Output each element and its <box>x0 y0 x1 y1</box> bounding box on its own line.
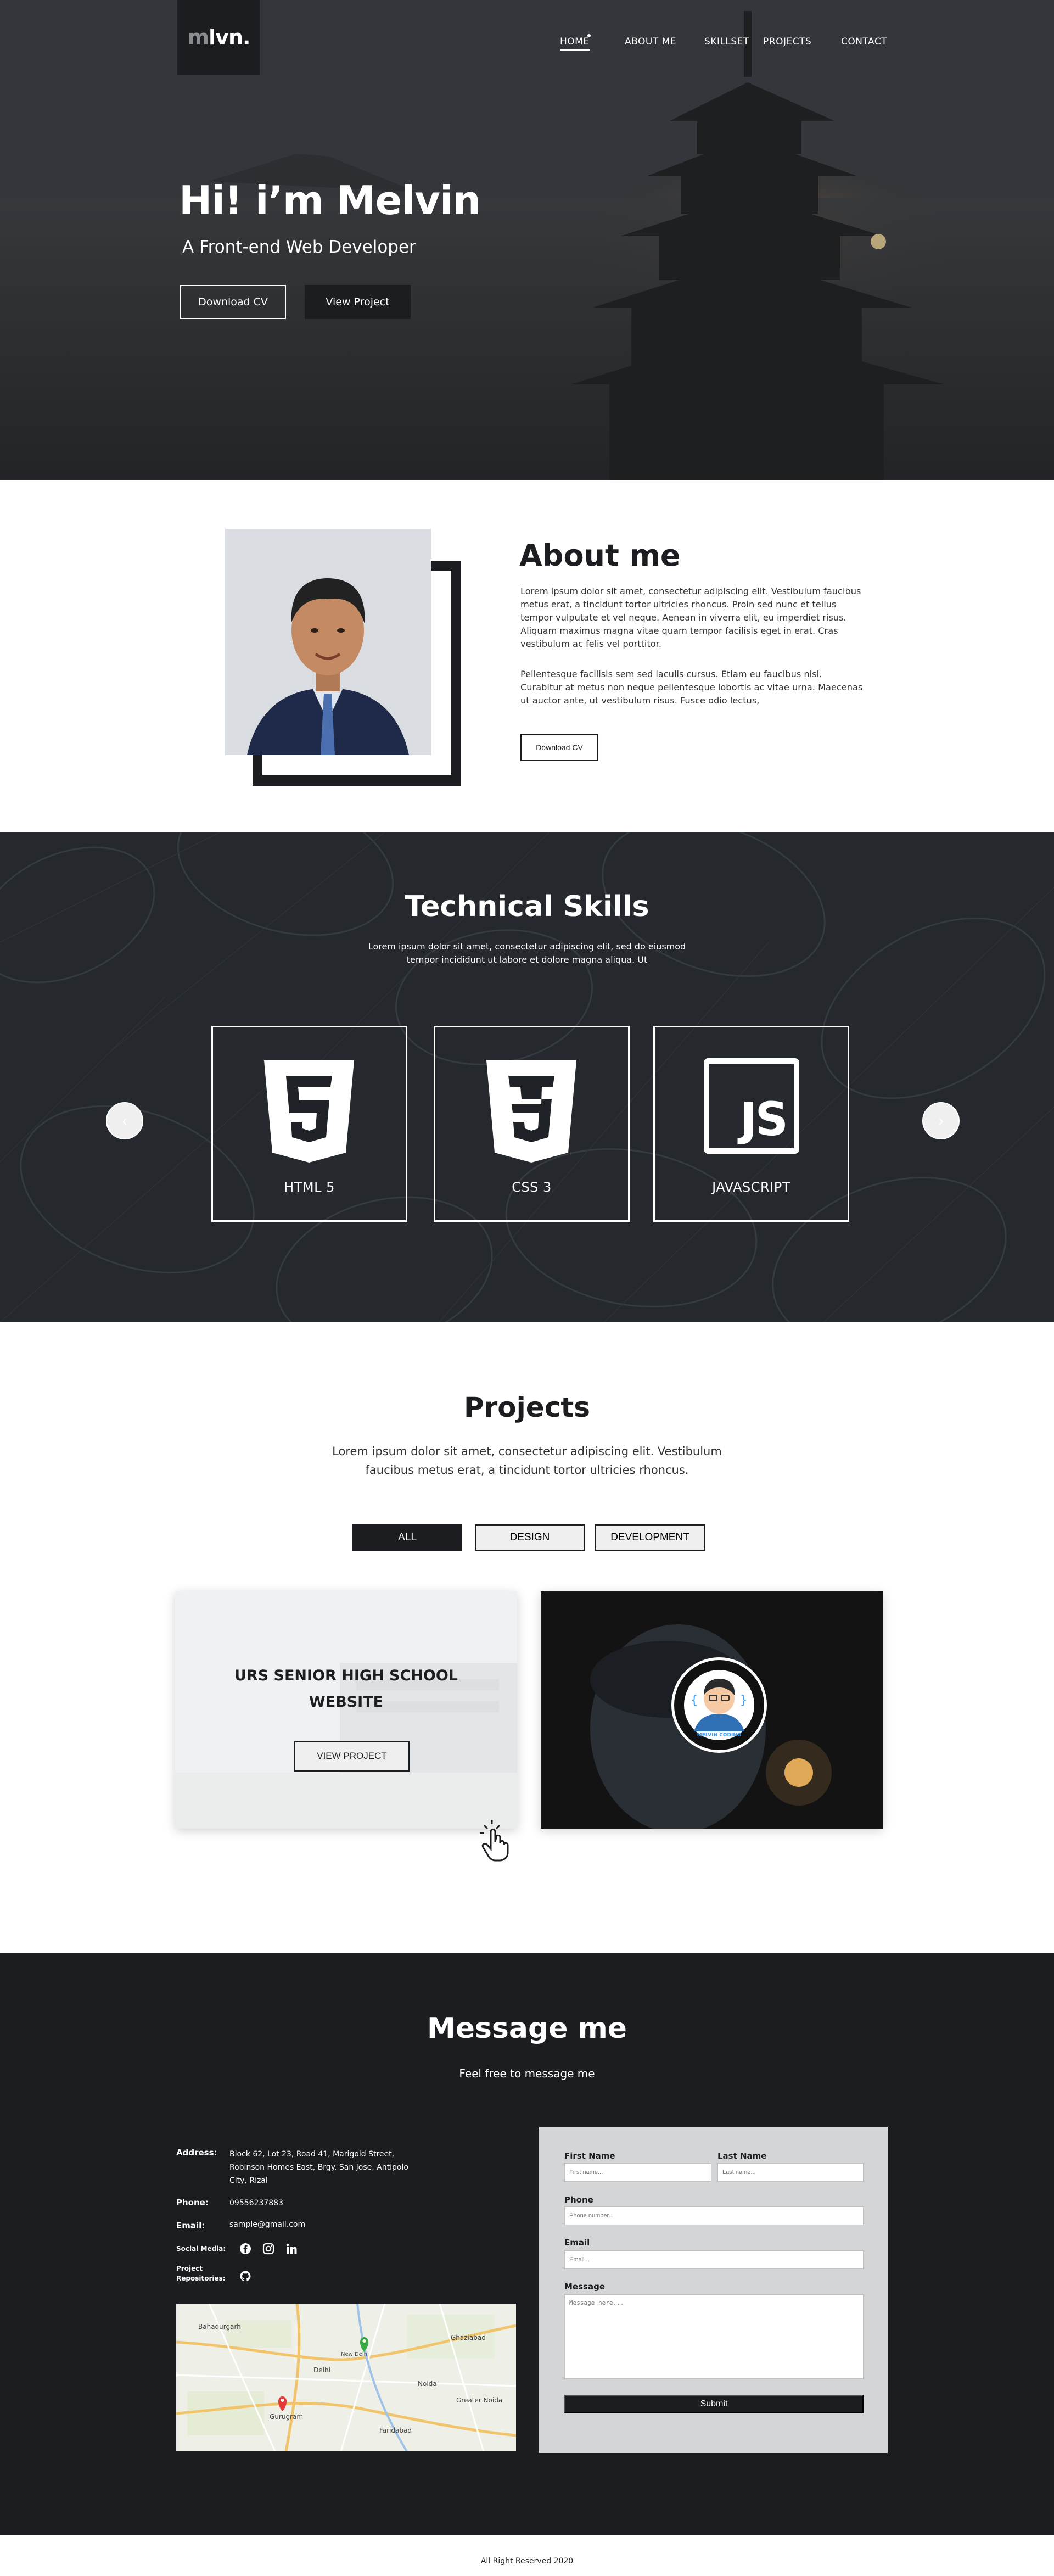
map-label: Delhi <box>313 2366 330 2374</box>
project-card-urs[interactable]: URS SENIOR HIGH SCHOOL WEBSITE VIEW PROJ… <box>175 1591 517 1829</box>
address-value: Block 62, Lot 23, Road 41, Marigold Stre… <box>229 2150 408 2185</box>
javascript-icon: JS <box>704 1058 799 1154</box>
skill-card-html5[interactable]: HTML 5 <box>211 1026 407 1222</box>
site-logo[interactable]: m lvn. <box>177 0 260 75</box>
chevron-left-icon: ‹ <box>122 1112 127 1129</box>
badge-label: MELVIN CODING <box>697 1733 742 1738</box>
skill-label: HTML 5 <box>284 1180 335 1195</box>
location-map[interactable]: Bahadurgarh Ghaziabad Delhi Noida Greate… <box>176 2304 516 2451</box>
map-label: Bahadurgarh <box>198 2323 241 2331</box>
map-label: Noida <box>418 2380 437 2388</box>
email-label: Email: <box>176 2221 205 2231</box>
hero-section: m lvn. HOME ABOUT ME SKILLSET PROJECTS CO… <box>0 0 1054 480</box>
svg-text:}: } <box>740 1694 747 1707</box>
skills-section: Technical Skills Lorem ipsum dolor sit a… <box>0 832 1054 1322</box>
logo-letter: m <box>187 25 210 49</box>
footer: All Right Reserved 2020 <box>0 2535 1054 2576</box>
projects-title: Projects <box>463 1392 590 1423</box>
skills-title: Technical Skills <box>405 890 649 923</box>
chevron-right-icon: › <box>938 1112 944 1129</box>
about-paragraph-1: Lorem ipsum dolor sit amet, consectetur … <box>520 586 861 649</box>
css3-icon <box>486 1060 576 1163</box>
filter-development-button[interactable]: DEVELOPMENT <box>595 1524 705 1551</box>
project-card-melvin-coding[interactable]: { } MELVIN CODING <box>541 1591 883 1829</box>
map-label: Faridabad <box>379 2427 412 2434</box>
repo-label-line2: Repositories: <box>176 2275 226 2282</box>
skill-label: JAVASCRIPT <box>712 1180 790 1195</box>
email-value: sample@gmail.com <box>229 2220 306 2229</box>
about-download-cv-button[interactable]: Download CV <box>520 734 598 761</box>
email-field-label: Email <box>564 2238 590 2248</box>
repo-label-line1: Project <box>176 2265 203 2272</box>
nav-about[interactable]: ABOUT ME <box>625 36 676 47</box>
last-name-input[interactable] <box>717 2163 864 2182</box>
projects-section: Projects Lorem ipsum dolor sit amet, con… <box>0 1322 1054 1953</box>
skill-label: CSS 3 <box>512 1180 552 1195</box>
project-title: URS SENIOR HIGH SCHOOL WEBSITE <box>175 1663 517 1716</box>
hero-subtitle: A Front-end Web Developer <box>182 237 416 257</box>
phone-value: 09556237883 <box>229 2199 283 2208</box>
map-label: Gurugram <box>270 2413 303 2421</box>
message-textarea[interactable] <box>564 2294 864 2379</box>
address-label: Address: <box>176 2148 217 2158</box>
email-input[interactable] <box>564 2250 864 2269</box>
filter-design-button[interactable]: DESIGN <box>475 1524 585 1551</box>
phone-label: Phone: <box>176 2198 209 2208</box>
contact-form: First Name Last Name Phone Email Message… <box>539 2127 888 2453</box>
project-title-line2: WEBSITE <box>309 1694 384 1711</box>
project-title-line1: URS SENIOR HIGH SCHOOL <box>234 1667 458 1684</box>
about-section: About me Lorem ipsum dolor sit amet, con… <box>0 480 1054 832</box>
social-links <box>239 2243 298 2255</box>
hero-title: Hi! i’m Melvin <box>179 177 481 223</box>
hero-view-project-button[interactable]: View Project <box>305 285 411 319</box>
hero-download-cv-button[interactable]: Download CV <box>180 285 286 319</box>
map-label: Ghaziabad <box>451 2334 486 2342</box>
nav-contact[interactable]: CONTACT <box>841 36 887 47</box>
facebook-icon[interactable] <box>239 2243 251 2255</box>
hero-background-image <box>0 0 1054 480</box>
project-repositories-label: Project Repositories: <box>176 2264 226 2283</box>
view-project-button[interactable]: VIEW PROJECT <box>294 1741 410 1772</box>
submit-button[interactable]: Submit <box>564 2395 864 2413</box>
carousel-prev-button[interactable]: ‹ <box>106 1102 143 1139</box>
skill-card-css3[interactable]: CSS 3 <box>434 1026 630 1222</box>
svg-text:{: { <box>691 1694 698 1707</box>
nav-home[interactable]: HOME <box>560 36 590 51</box>
about-paragraph-2: Pellentesque facilisis sem sed iaculis c… <box>520 669 863 706</box>
filter-all-button[interactable]: ALL <box>352 1524 462 1551</box>
phone-field-label: Phone <box>564 2195 593 2205</box>
message-title: Message me <box>427 2012 627 2045</box>
html5-icon <box>264 1060 354 1163</box>
skills-description: Lorem ipsum dolor sit amet, consectetur … <box>368 941 686 965</box>
nav-projects[interactable]: PROJECTS <box>763 36 811 47</box>
skill-card-javascript[interactable]: JS JAVASCRIPT <box>653 1026 849 1222</box>
phone-input[interactable] <box>564 2206 864 2225</box>
message-field-label: Message <box>564 2282 605 2292</box>
about-title: About me <box>519 538 681 573</box>
message-section: Message me Feel free to message me Addre… <box>0 1953 1054 2535</box>
linkedin-icon[interactable] <box>285 2243 298 2255</box>
footer-copyright: All Right Reserved 2020 <box>480 2557 574 2566</box>
github-icon[interactable] <box>239 2270 251 2282</box>
map-label: New Delhi <box>341 2351 369 2357</box>
carousel-next-button[interactable]: › <box>922 1102 960 1139</box>
instagram-icon[interactable] <box>262 2243 274 2255</box>
project-badge: { } MELVIN CODING <box>671 1657 767 1753</box>
last-name-label: Last Name <box>717 2151 767 2161</box>
first-name-label: First Name <box>564 2151 615 2161</box>
map-label: Greater Noida <box>456 2396 502 2404</box>
hand-cursor-icon <box>480 1820 509 1862</box>
projects-description: Lorem ipsum dolor sit amet, consectetur … <box>332 1445 722 1477</box>
nav-skillset[interactable]: SKILLSET <box>704 36 749 47</box>
nav-active-dot <box>587 34 591 37</box>
social-media-label: Social Media: <box>176 2245 226 2253</box>
message-subtitle: Feel free to message me <box>459 2067 595 2080</box>
profile-photo <box>225 529 431 755</box>
logo-text: lvn. <box>209 25 250 49</box>
first-name-input[interactable] <box>564 2163 711 2182</box>
